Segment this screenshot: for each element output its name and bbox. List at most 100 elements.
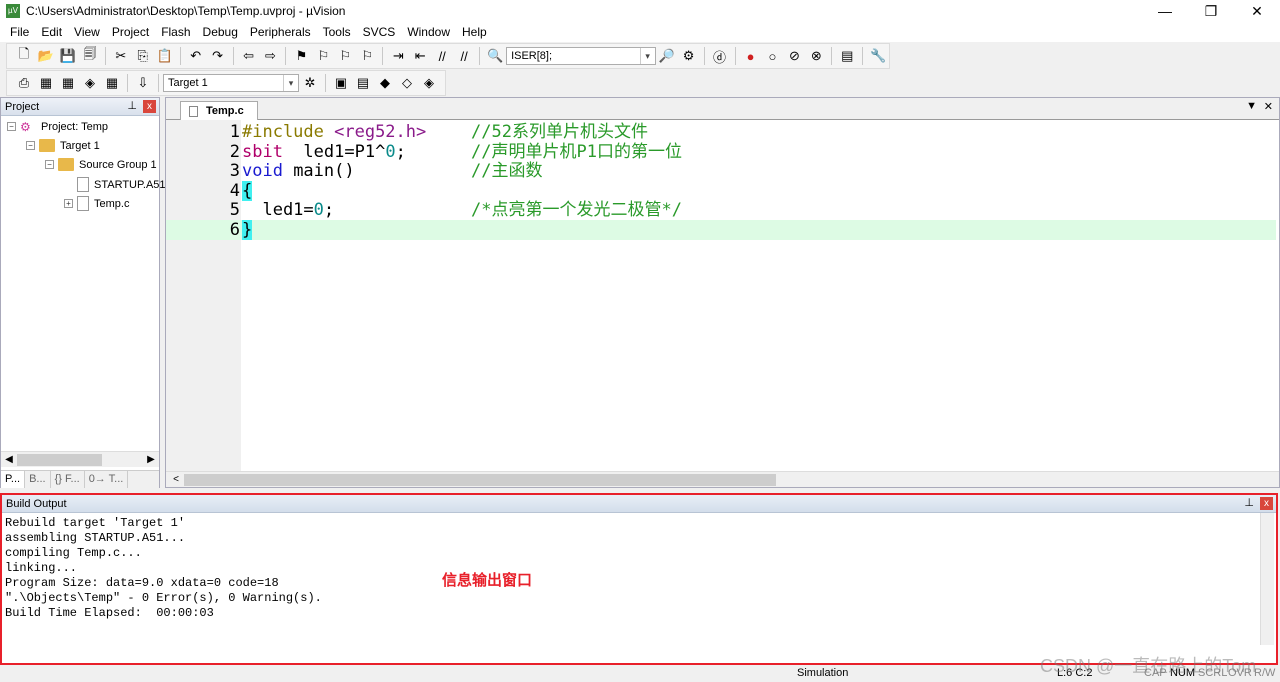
window-layout-icon[interactable]: ▤ <box>837 46 857 66</box>
batch-build-icon[interactable]: ◈ <box>80 73 100 93</box>
close-tab-icon[interactable]: ✕ <box>1264 100 1273 113</box>
prev-bookmark-icon[interactable]: ⚐ <box>313 46 333 66</box>
minimize-button[interactable]: — <box>1142 0 1188 22</box>
forward-icon[interactable]: ⇨ <box>261 46 281 66</box>
find-icon[interactable]: 🔎 <box>657 46 677 66</box>
collapse-icon[interactable]: − <box>7 122 16 131</box>
tree-item[interactable]: − Target 1 <box>26 139 100 152</box>
tab-dropdown-icon[interactable]: ▼ <box>1246 100 1257 112</box>
close-panel-button[interactable]: x <box>143 100 156 113</box>
breakpoint-icon[interactable]: ● <box>741 46 761 66</box>
rebuild-icon[interactable]: ▦ <box>58 73 78 93</box>
collapse-icon[interactable]: − <box>45 160 54 169</box>
next-bookmark-icon[interactable]: ⚐ <box>335 46 355 66</box>
code-comment: //声明单片机P1口的第一位 <box>471 141 682 162</box>
event-recorder-icon[interactable]: ◈ <box>419 73 439 93</box>
comment-icon[interactable]: // <box>432 46 452 66</box>
pin-icon[interactable]: ⊥ <box>127 99 137 112</box>
chevron-down-icon[interactable]: ▾ <box>283 75 298 91</box>
code-line[interactable]: 3 void main() //主函数 <box>166 161 1276 181</box>
expand-icon[interactable]: + <box>64 199 73 208</box>
save-icon[interactable]: 💾 <box>58 46 78 66</box>
tree-item[interactable]: − ⚙ Project: Temp <box>7 120 108 134</box>
project-tab-0[interactable]: P... <box>1 471 26 488</box>
target-combo[interactable]: Target 1 ▾ <box>163 74 299 92</box>
undo-icon[interactable]: ↶ <box>186 46 206 66</box>
code-line[interactable]: 4{ <box>166 180 1276 201</box>
stop-build-icon[interactable]: ▦ <box>102 73 122 93</box>
menu-tools[interactable]: Tools <box>317 25 357 39</box>
project-hscrollbar[interactable]: ◀ ▶ <box>1 451 159 467</box>
menu-svcs[interactable]: SVCS <box>357 25 402 39</box>
build-output-title: Build Output <box>6 497 67 510</box>
pack-installer-icon[interactable]: ◆ <box>375 73 395 93</box>
bookmark-icon[interactable]: ⚑ <box>291 46 311 66</box>
editor-hscrollbar[interactable]: < <box>166 471 1279 487</box>
cut-icon[interactable]: ✂ <box>111 46 131 66</box>
build-icon[interactable]: ▦ <box>36 73 56 93</box>
new-file-icon[interactable]: 🗋 <box>14 46 34 66</box>
redo-icon[interactable]: ↷ <box>208 46 228 66</box>
code-line[interactable]: 6} <box>166 220 1276 240</box>
unindent-icon[interactable]: ⇤ <box>410 46 430 66</box>
configure-icon[interactable]: 🔧 <box>868 46 888 66</box>
debug-mode: Simulation <box>797 667 849 679</box>
back-icon[interactable]: ⇦ <box>239 46 259 66</box>
tree-item[interactable]: + Temp.c <box>64 196 129 211</box>
toolbar-separator <box>734 47 736 65</box>
copy-icon[interactable]: ⎘ <box>133 46 153 66</box>
code-token: ; <box>323 200 335 221</box>
menu-window[interactable]: Window <box>401 25 456 39</box>
tree-item[interactable]: STARTUP.A51 <box>64 177 166 192</box>
toolbar-separator <box>179 47 181 65</box>
code-line[interactable]: 2 sbit led1=P1^0; //声明单片机P1口的第一位 <box>166 142 1276 162</box>
manage-components-icon[interactable]: ▣ <box>331 73 351 93</box>
disable-breakpoint-icon[interactable]: ○ <box>762 46 782 66</box>
incremental-find-icon[interactable]: ⚙ <box>679 46 699 66</box>
menu-edit[interactable]: Edit <box>35 25 68 39</box>
code-line[interactable]: 1 #include <reg52.h> //52系列单片机头文件 <box>166 122 1276 142</box>
menu-peripherals[interactable]: Peripherals <box>244 25 317 39</box>
project-tab-1[interactable]: B... <box>25 471 51 488</box>
kill-breakpoints-icon[interactable]: ⊗ <box>806 46 826 66</box>
close-panel-button[interactable]: x <box>1260 497 1273 510</box>
build-output-line: Build Time Elapsed: 00:00:03 <box>5 606 214 620</box>
debug-icon[interactable]: ⓓ <box>710 46 730 66</box>
maximize-button[interactable]: ❐ <box>1188 0 1234 22</box>
find-combo[interactable]: ISER[8]; ▾ <box>506 47 656 65</box>
code-comment: //52系列单片机头文件 <box>471 122 648 142</box>
project-panel: Project ⊥ x − ⚙ Project: Temp − Target 1− Sour… <box>0 97 166 488</box>
target-options-icon[interactable]: ✲ <box>300 73 320 93</box>
uncomment-icon[interactable]: // <box>454 46 474 66</box>
menu-view[interactable]: View <box>68 25 106 39</box>
indent-icon[interactable]: ⇥ <box>388 46 408 66</box>
save-all-icon[interactable]: 🗐 <box>80 46 100 66</box>
pin-icon[interactable]: ⊥ <box>1244 496 1254 509</box>
project-tab-3[interactable]: 0→ T... <box>85 471 129 488</box>
menu-bar: File Edit View Project Flash Debug Peripherals… <box>0 22 1280 42</box>
code-line[interactable]: 5 led1=0; /*点亮第一个发光二极管*/ <box>166 200 1276 220</box>
menu-debug[interactable]: Debug <box>197 25 244 39</box>
clear-bookmarks-icon[interactable]: ⚐ <box>357 46 377 66</box>
select-packs-icon[interactable]: ▤ <box>353 73 373 93</box>
project-tab-2[interactable]: {} F... <box>51 471 85 488</box>
menu-flash[interactable]: Flash <box>155 25 196 39</box>
open-icon[interactable]: 📂 <box>36 46 56 66</box>
close-button[interactable]: ✕ <box>1234 0 1280 22</box>
menu-help[interactable]: Help <box>456 25 493 39</box>
rte-icon[interactable]: ◇ <box>397 73 417 93</box>
disable-all-breakpoints-icon[interactable]: ⊘ <box>784 46 804 66</box>
download-icon[interactable]: ⇩ <box>133 73 153 93</box>
build-vscrollbar[interactable] <box>1260 513 1274 645</box>
menu-project[interactable]: Project <box>106 25 155 39</box>
code-text: } <box>242 220 253 240</box>
tab-temp-c[interactable]: Temp.c <box>180 101 258 120</box>
tree-item[interactable]: − Source Group 1 <box>45 158 157 171</box>
find-in-files-icon[interactable]: 🔍 <box>485 46 505 66</box>
translate-icon[interactable]: ⎙ <box>14 73 34 93</box>
collapse-icon[interactable]: − <box>26 141 35 150</box>
paste-icon[interactable]: 📋 <box>155 46 175 66</box>
menu-file[interactable]: File <box>4 25 35 39</box>
chevron-down-icon[interactable]: ▾ <box>639 48 655 64</box>
toolbar-separator <box>158 74 159 92</box>
